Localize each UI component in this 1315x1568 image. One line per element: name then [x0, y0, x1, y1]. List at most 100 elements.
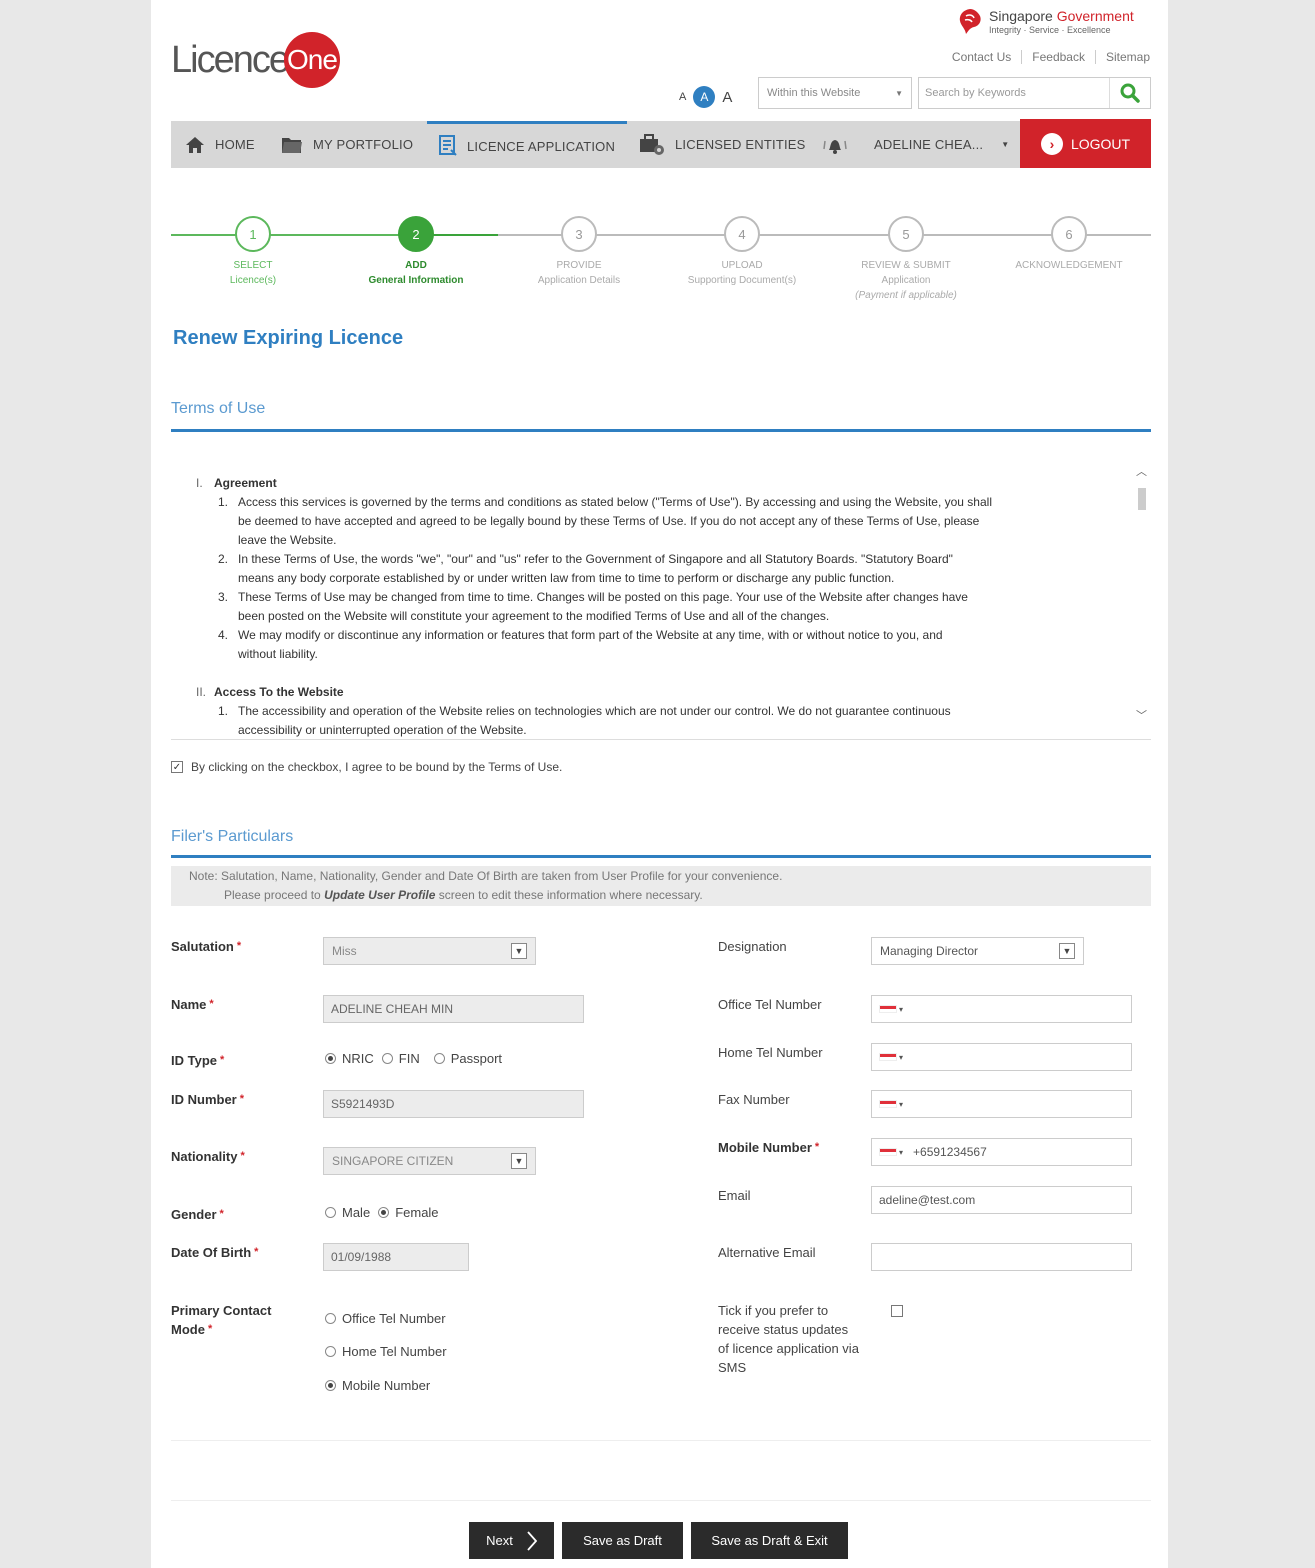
- salutation-select[interactable]: Miss ▼: [323, 937, 536, 965]
- step-2-subtitle: General Information: [368, 275, 464, 286]
- search-input[interactable]: Search by Keywords: [918, 77, 1151, 109]
- mobile-field[interactable]: ▾ +6591234567: [871, 1138, 1132, 1166]
- nav-home[interactable]: HOME: [185, 121, 255, 168]
- note-pre: Please proceed to: [224, 888, 325, 902]
- name-field[interactable]: ADELINE CHEAH MIN: [323, 995, 584, 1023]
- contact-home-radio[interactable]: Home Tel Number: [325, 1344, 447, 1359]
- sg-flag-dropdown[interactable]: ▾: [879, 1053, 903, 1062]
- id-type-passport[interactable]: Passport: [433, 1051, 503, 1066]
- search-placeholder: Search by Keywords: [925, 87, 1026, 99]
- sms-updates-checkbox[interactable]: [891, 1305, 903, 1317]
- font-small-button[interactable]: A: [679, 91, 686, 103]
- next-button[interactable]: Next: [469, 1522, 554, 1559]
- nav-licensed-entities-label: LICENSED ENTITIES: [675, 137, 806, 152]
- terms-line: We may modify or discontinue any informa…: [238, 628, 943, 642]
- sg-flag-dropdown[interactable]: ▾: [879, 1148, 903, 1157]
- radio-label: Office Tel Number: [342, 1311, 446, 1326]
- contact-us-link[interactable]: Contact Us: [942, 50, 1023, 64]
- step-4-subtitle: Supporting Document(s): [687, 275, 797, 286]
- chevron-down-icon: ▼: [1059, 943, 1075, 959]
- office-tel-field[interactable]: ▾: [871, 995, 1132, 1023]
- step-3-circle: 3: [561, 216, 597, 252]
- id-type-nric[interactable]: NRIC: [325, 1051, 374, 1066]
- id-number-field[interactable]: S5921493D: [323, 1090, 584, 1118]
- gender-female[interactable]: Female: [378, 1205, 439, 1220]
- home-tel-field[interactable]: ▾: [871, 1043, 1132, 1071]
- terms-of-use-scrollbox[interactable]: I. Agreement 1. Access this services is …: [171, 453, 1151, 740]
- nationality-select[interactable]: SINGAPORE CITIZEN ▼: [323, 1147, 536, 1175]
- sg-flag-dropdown[interactable]: ▾: [879, 1005, 903, 1014]
- step-4-title: UPLOAD: [721, 260, 763, 271]
- search-scope-select[interactable]: Within this Website ▼: [758, 77, 912, 109]
- step-1-subtitle: Licence(s): [229, 275, 277, 286]
- alt-email-field[interactable]: [871, 1243, 1132, 1271]
- terms-item: 2. In these Terms of Use, the words "we"…: [218, 550, 1116, 588]
- chevron-up-icon[interactable]: ︿: [1136, 463, 1147, 482]
- logout-button[interactable]: › LOGOUT: [1020, 119, 1151, 168]
- save-draft-exit-button[interactable]: Save as Draft & Exit: [691, 1522, 848, 1559]
- agree-terms: ✓ By clicking on the checkbox, I agree t…: [171, 760, 562, 774]
- licenceone-logo[interactable]: Licence One: [171, 30, 340, 90]
- font-medium-button[interactable]: A: [693, 86, 716, 108]
- terms-scrollbar[interactable]: ︿ ﹀: [1135, 453, 1149, 739]
- next-label: Next: [486, 1533, 513, 1548]
- nav-home-label: HOME: [215, 137, 255, 152]
- font-large-button[interactable]: A: [722, 89, 732, 106]
- terms-section-2-title: Access To the Website: [214, 685, 344, 699]
- step-6: 6 ACKNOWLEDGEMENT: [989, 216, 1149, 273]
- terms-line: These Terms of Use may be changed from t…: [238, 590, 968, 604]
- id-type-fin[interactable]: FIN: [381, 1051, 420, 1066]
- dob-field[interactable]: 01/09/1988: [323, 1243, 469, 1271]
- nav-my-portfolio[interactable]: MY PORTFOLIO: [281, 121, 413, 168]
- caret-down-icon: ▾: [899, 1147, 904, 1157]
- sg-flag-icon: [879, 1053, 897, 1061]
- chevron-down-icon: ▼: [511, 1153, 527, 1169]
- nav-licence-application[interactable]: LICENCE APPLICATION: [427, 121, 627, 168]
- search-button[interactable]: [1109, 78, 1150, 108]
- terms-item-num: 1.: [218, 495, 229, 509]
- gender-male[interactable]: Male: [325, 1205, 370, 1220]
- sg-government-logo[interactable]: Singapore Government Integrity · Service…: [957, 8, 1157, 38]
- step-3-title: PROVIDE: [556, 260, 602, 271]
- sg-flag-icon: [879, 1148, 897, 1156]
- application-form-icon: [439, 135, 457, 156]
- user-menu[interactable]: ADELINE CHEA... ▼: [874, 121, 1009, 168]
- contact-mobile-radio[interactable]: Mobile Number: [325, 1378, 430, 1393]
- sg-flag-dropdown[interactable]: ▾: [879, 1100, 903, 1109]
- primary-contact-label: Primary Contact Mode *: [171, 1301, 271, 1339]
- radio-dot: [325, 1053, 336, 1064]
- sitemap-link[interactable]: Sitemap: [1096, 50, 1150, 64]
- main-nav: HOME MY PORTFOLIO LICENCE APPLICATION LI…: [171, 119, 1151, 168]
- radio-label: Passport: [450, 1051, 503, 1066]
- id-number-label: ID Number *: [171, 1092, 245, 1107]
- save-draft-button[interactable]: Save as Draft: [562, 1522, 683, 1559]
- primary-contact-label-line-2: Mode *: [171, 1322, 213, 1337]
- nav-licensed-entities[interactable]: LICENSED ENTITIES: [639, 121, 806, 168]
- contact-office-radio[interactable]: Office Tel Number: [325, 1311, 446, 1326]
- home-tel-label: Home Tel Number: [718, 1045, 823, 1060]
- update-profile-link[interactable]: Update User Profile: [324, 888, 435, 902]
- email-field[interactable]: adeline@test.com: [871, 1186, 1132, 1214]
- search-icon: [1120, 83, 1140, 103]
- step-2: 2 ADD General Information: [336, 216, 496, 288]
- save-draft-exit-label: Save as Draft & Exit: [711, 1533, 828, 1548]
- chevron-down-icon[interactable]: ﹀: [1136, 707, 1147, 726]
- radio-option: Home Tel Number: [325, 1344, 447, 1359]
- designation-select[interactable]: Managing Director ▼: [871, 937, 1084, 965]
- terms-section-rule: [171, 429, 1151, 432]
- radio-dot: [325, 1207, 336, 1218]
- step-5-note: (Payment if applicable): [855, 290, 957, 301]
- radio-label: Mobile Number: [342, 1378, 431, 1393]
- notification-bell[interactable]: [821, 121, 849, 168]
- filer-section-rule: [171, 855, 1151, 858]
- terms-item: 1. The accessibility and operation of th…: [218, 702, 1116, 739]
- terms-section-2-heading: II. Access To the Website: [196, 683, 1116, 702]
- agree-terms-checkbox[interactable]: ✓: [171, 761, 183, 773]
- step-5-circle: 5: [888, 216, 924, 252]
- scroll-thumb[interactable]: [1138, 488, 1146, 510]
- filer-section-title: Filer's Particulars: [171, 828, 294, 845]
- fax-field[interactable]: ▾: [871, 1090, 1132, 1118]
- feedback-link[interactable]: Feedback: [1022, 50, 1096, 64]
- brand-text: Licence: [171, 38, 290, 81]
- terms-line: leave the Website.: [238, 533, 337, 547]
